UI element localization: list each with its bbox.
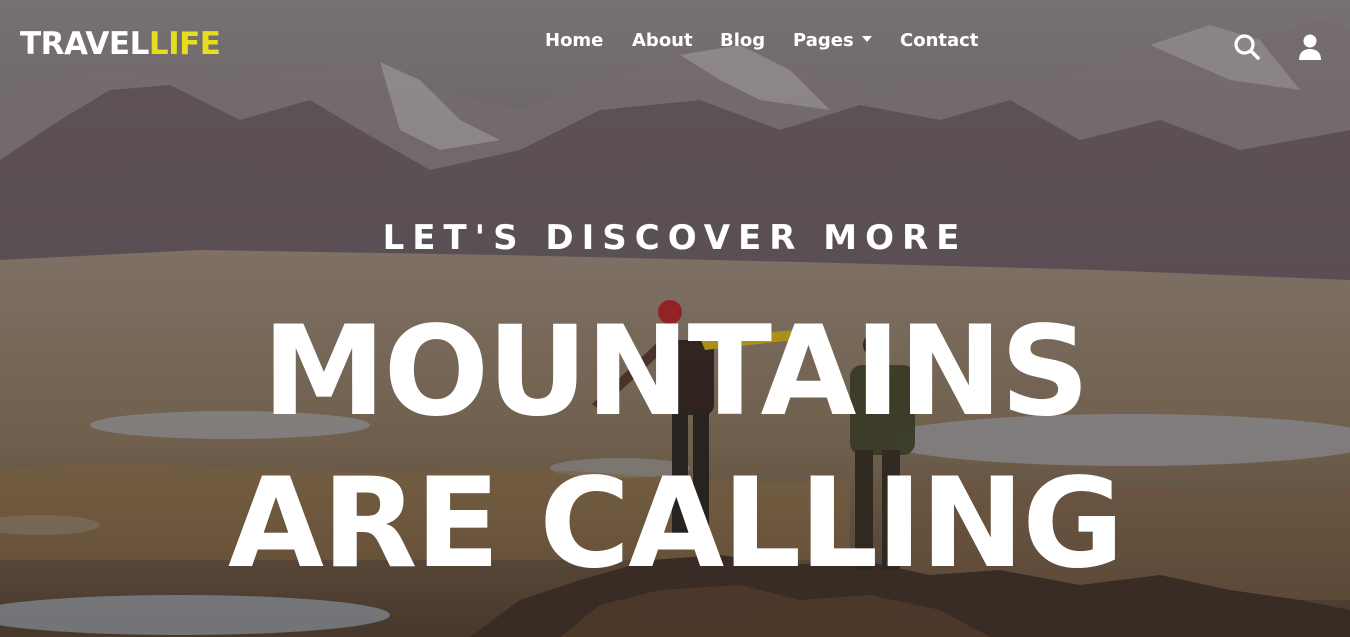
hero-headline-line2: ARE CALLING <box>227 452 1124 596</box>
hero-subtitle: LET'S DISCOVER MORE <box>382 218 968 258</box>
hero-headline: MOUNTAINS ARE CALLING <box>0 296 1350 600</box>
caret-down-icon <box>861 36 872 42</box>
nav-item-blog[interactable]: Blog <box>720 26 765 56</box>
user-icon[interactable] <box>1296 33 1324 61</box>
nav-item-pages[interactable]: Pages <box>793 26 872 56</box>
nav-item-pages-label: Pages <box>793 30 854 51</box>
nav-item-about[interactable]: About <box>632 26 693 56</box>
nav-item-contact[interactable]: Contact <box>900 26 978 56</box>
search-icon[interactable] <box>1233 33 1261 61</box>
main-navigation: Home About Blog Pages Contact <box>0 26 1350 56</box>
nav-item-home[interactable]: Home <box>545 26 603 56</box>
hero-headline-line1: MOUNTAINS <box>262 300 1089 444</box>
